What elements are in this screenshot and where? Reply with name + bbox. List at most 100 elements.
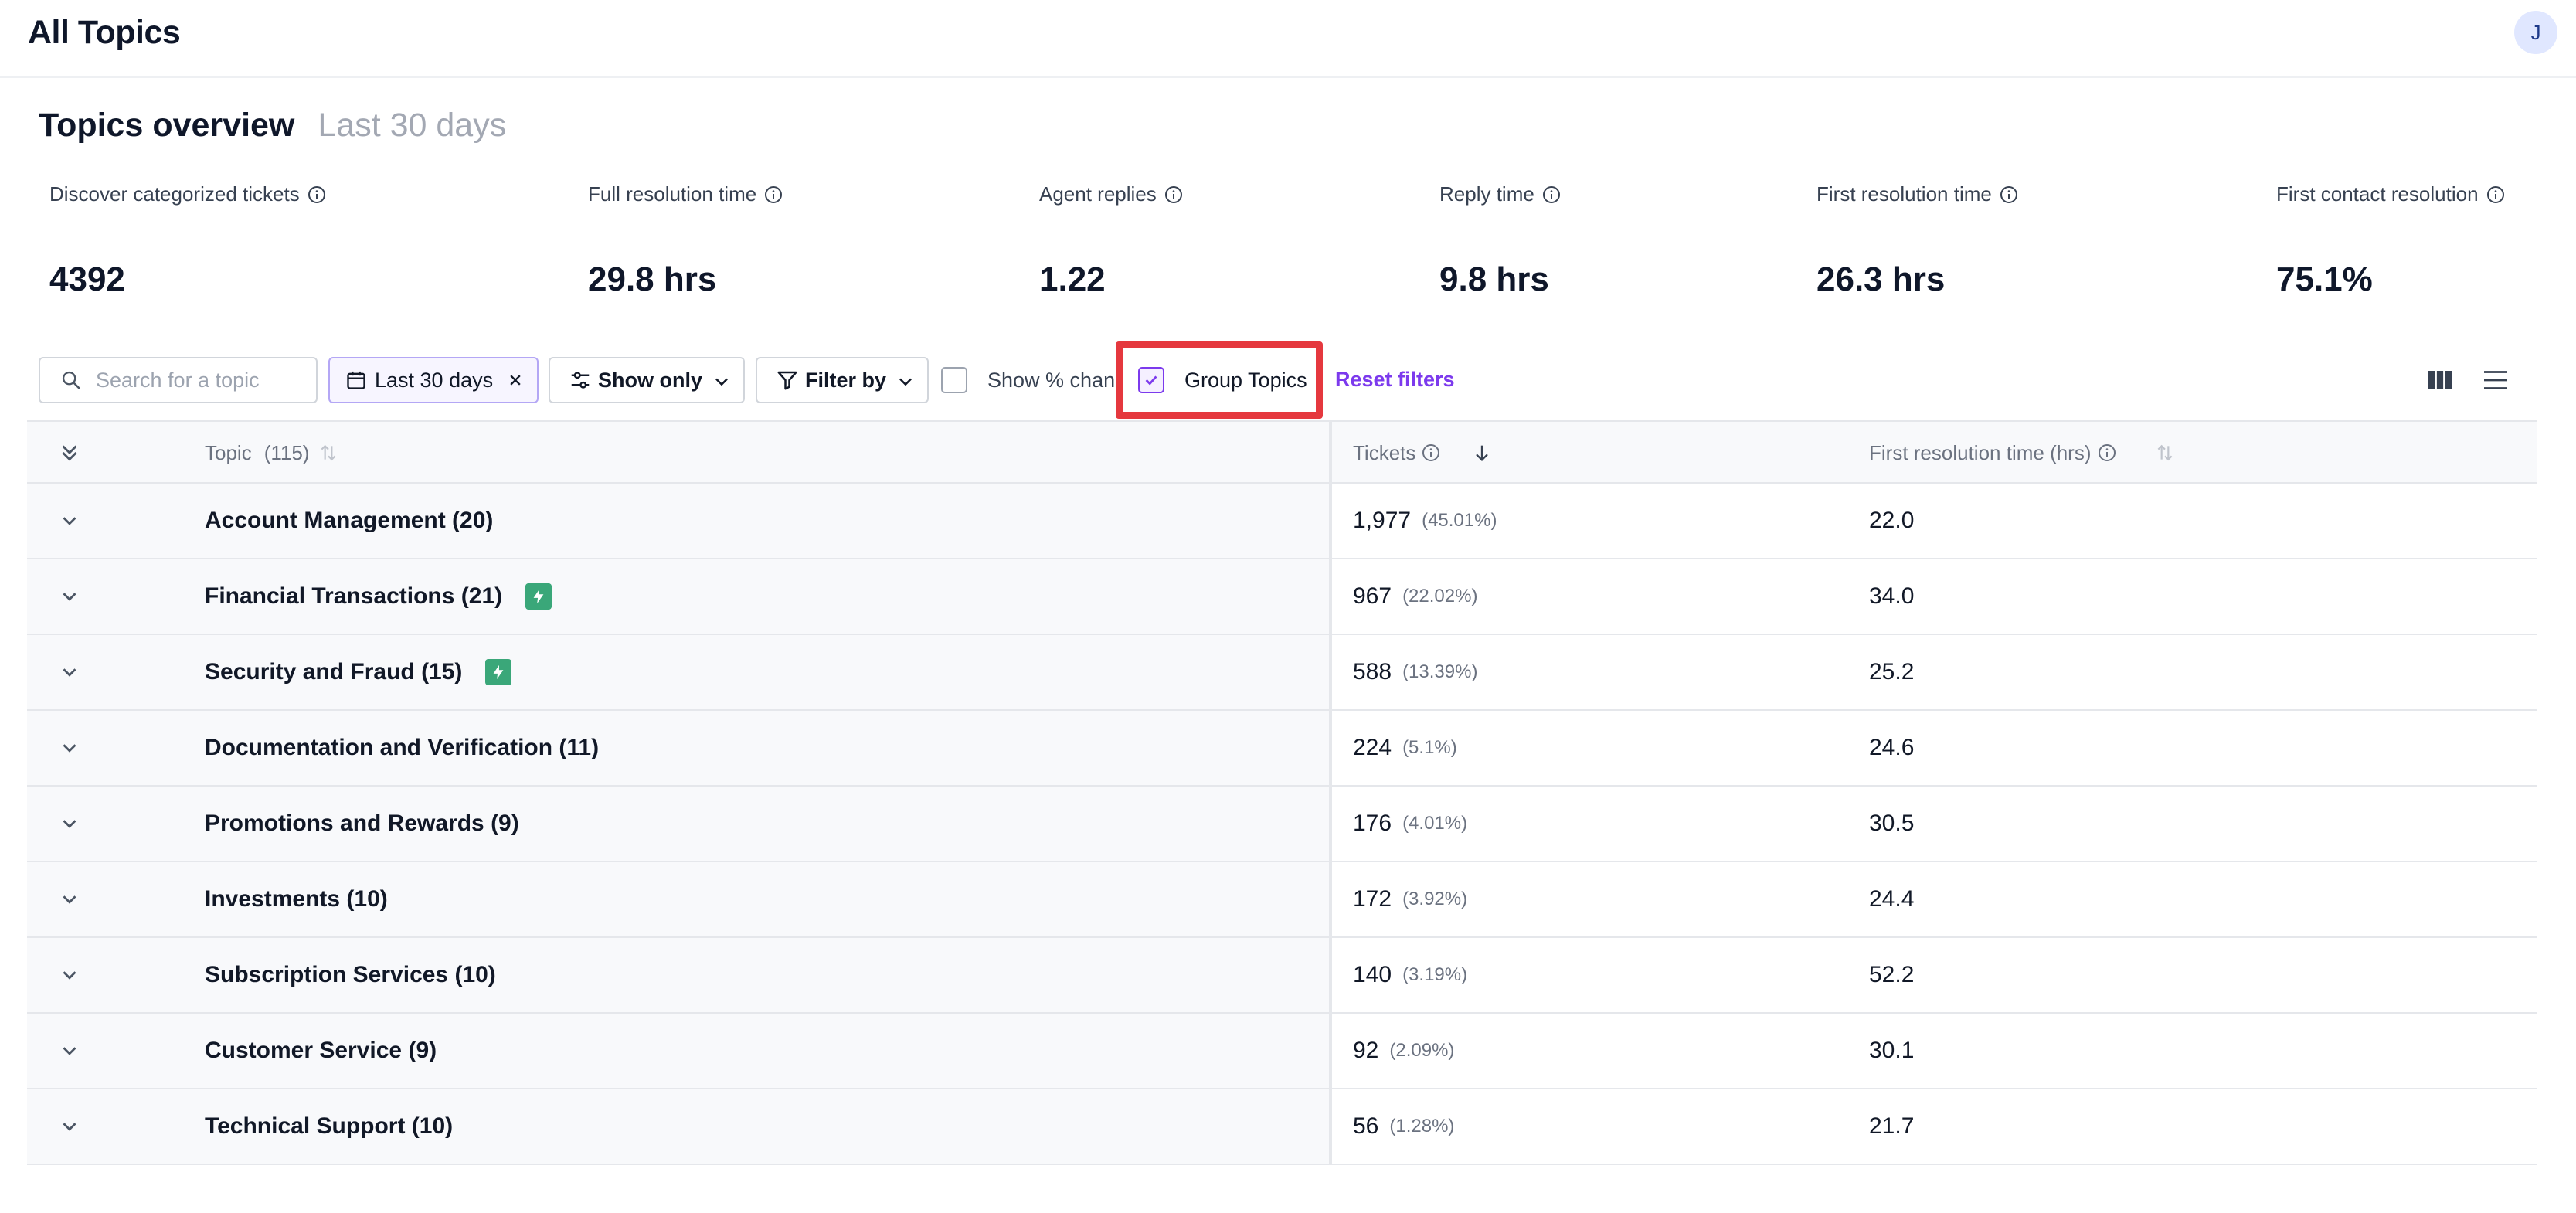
first-resolution-cell: 24.4 bbox=[1869, 862, 1914, 936]
topic-name-cell[interactable]: Security and Fraud (15) bbox=[205, 635, 512, 709]
chevron-down-icon bbox=[711, 371, 732, 392]
table-row[interactable]: Security and Fraud (15) 588 (13.39%) 25.… bbox=[27, 635, 2537, 711]
table-row[interactable]: Investments (10) 172 (3.92%) 24.4 bbox=[27, 862, 2537, 938]
metric-agent-replies: Agent replies 1.22 bbox=[1039, 182, 1183, 299]
metric-value: 1.22 bbox=[1039, 260, 1106, 298]
expand-row-chevron-icon[interactable] bbox=[56, 787, 83, 861]
tickets-percent: (5.1%) bbox=[1402, 737, 1457, 758]
show-pct-change-checkbox[interactable] bbox=[941, 367, 967, 393]
topic-name-cell[interactable]: Financial Transactions (21) bbox=[205, 559, 552, 634]
column-divider bbox=[1329, 862, 1332, 936]
list-view-icon[interactable] bbox=[2482, 366, 2510, 394]
table-row[interactable]: Account Management (20) 1,977 (45.01%) 2… bbox=[27, 484, 2537, 559]
table-row[interactable]: Promotions and Rewards (9) 176 (4.01%) 3… bbox=[27, 787, 2537, 862]
expand-row-chevron-icon[interactable] bbox=[56, 635, 83, 709]
tickets-percent: (45.01%) bbox=[1422, 510, 1497, 531]
sort-icon[interactable] bbox=[2155, 443, 2175, 463]
sort-desc-icon[interactable] bbox=[1471, 442, 1493, 464]
metric-label: First resolution time bbox=[1816, 182, 1992, 206]
metric-full-resolution-time: Full resolution time 29.8 hrs bbox=[588, 182, 783, 299]
close-icon[interactable] bbox=[505, 369, 526, 391]
metric-label: Reply time bbox=[1439, 182, 1534, 206]
date-filter-label: Last 30 days bbox=[375, 368, 494, 392]
group-topics-checkbox[interactable] bbox=[1138, 367, 1164, 393]
expand-row-chevron-icon[interactable] bbox=[56, 1014, 83, 1088]
topic-name-cell[interactable]: Technical Support (10) bbox=[205, 1089, 453, 1164]
table-row[interactable]: Technical Support (10) 56 (1.28%) 21.7 bbox=[27, 1089, 2537, 1165]
topic-name-cell[interactable]: Investments (10) bbox=[205, 862, 388, 936]
topic-name-cell[interactable]: Promotions and Rewards (9) bbox=[205, 787, 519, 861]
metric-reply-time: Reply time 9.8 hrs bbox=[1439, 182, 1561, 299]
first-resolution-cell: 30.1 bbox=[1869, 1014, 1914, 1088]
info-icon[interactable] bbox=[2486, 185, 2505, 204]
info-icon[interactable] bbox=[2098, 443, 2116, 462]
topic-name: Financial Transactions (21) bbox=[205, 583, 503, 609]
column-divider bbox=[1329, 787, 1332, 861]
metric-value: 29.8 hrs bbox=[588, 260, 717, 298]
expand-row-chevron-icon[interactable] bbox=[56, 862, 83, 936]
tickets-count: 967 bbox=[1353, 583, 1392, 609]
expand-row-chevron-icon[interactable] bbox=[56, 484, 83, 558]
table-row[interactable]: Documentation and Verification (11) 224 … bbox=[27, 711, 2537, 787]
avatar[interactable]: J bbox=[2514, 11, 2557, 54]
collapse-all-icon[interactable] bbox=[56, 422, 83, 484]
date-filter-chip[interactable]: Last 30 days bbox=[328, 357, 539, 403]
tickets-count: 224 bbox=[1353, 735, 1392, 760]
topic-column-header[interactable]: Topic (115) bbox=[205, 422, 338, 484]
table-row[interactable]: Financial Transactions (21) 967 (22.02%)… bbox=[27, 559, 2537, 635]
show-only-dropdown[interactable]: Show only bbox=[549, 357, 745, 403]
first-resolution-column-header[interactable]: First resolution time (hrs) bbox=[1869, 422, 2175, 484]
topics-table: Topic (115) Tickets First resolution tim… bbox=[27, 420, 2537, 1165]
metric-categorized-tickets: Discover categorized tickets 4392 bbox=[49, 182, 326, 299]
search-placeholder: Search for a topic bbox=[96, 368, 260, 392]
tickets-count: 140 bbox=[1353, 962, 1392, 987]
reset-filters-link[interactable]: Reset filters bbox=[1335, 368, 1455, 392]
group-topics-toggle[interactable]: Group Topics bbox=[1116, 341, 1323, 419]
topic-header-label: Topic bbox=[205, 440, 252, 464]
info-icon[interactable] bbox=[1164, 185, 1183, 204]
metric-first-contact-resolution: First contact resolution 75.1% bbox=[2276, 182, 2505, 299]
info-icon[interactable] bbox=[2000, 185, 2018, 204]
first-resolution-value: 30.1 bbox=[1869, 1038, 1915, 1063]
topic-name-cell[interactable]: Account Management (20) bbox=[205, 484, 493, 558]
info-icon[interactable] bbox=[1542, 185, 1561, 204]
tickets-percent: (22.02%) bbox=[1402, 586, 1478, 606]
first-resolution-value: 24.6 bbox=[1869, 735, 1915, 760]
expand-row-chevron-icon[interactable] bbox=[56, 559, 83, 634]
table-row[interactable]: Customer Service (9) 92 (2.09%) 30.1 bbox=[27, 1014, 2537, 1089]
column-divider bbox=[1329, 1089, 1332, 1164]
expand-row-chevron-icon[interactable] bbox=[56, 1089, 83, 1164]
expand-row-chevron-icon[interactable] bbox=[56, 938, 83, 1012]
first-resolution-value: 24.4 bbox=[1869, 886, 1915, 912]
first-resolution-value: 52.2 bbox=[1869, 962, 1915, 987]
tickets-column-header[interactable]: Tickets bbox=[1353, 422, 1493, 484]
column-divider bbox=[1329, 938, 1332, 1012]
column-divider bbox=[1329, 484, 1332, 558]
topic-name-cell[interactable]: Subscription Services (10) bbox=[205, 938, 496, 1012]
search-input[interactable]: Search for a topic bbox=[39, 357, 318, 403]
sort-icon[interactable] bbox=[318, 443, 338, 463]
expand-row-chevron-icon[interactable] bbox=[56, 711, 83, 785]
info-icon[interactable] bbox=[308, 185, 326, 204]
tickets-count: 588 bbox=[1353, 659, 1392, 685]
info-icon[interactable] bbox=[1422, 443, 1440, 462]
info-icon[interactable] bbox=[764, 185, 783, 204]
topic-name-cell[interactable]: Customer Service (9) bbox=[205, 1014, 437, 1088]
top-bar: All Topics J bbox=[0, 0, 2576, 78]
tickets-percent: (1.28%) bbox=[1389, 1116, 1455, 1137]
topic-name-cell[interactable]: Documentation and Verification (11) bbox=[205, 711, 599, 785]
first-resolution-cell: 34.0 bbox=[1869, 559, 1914, 634]
filter-by-dropdown[interactable]: Filter by bbox=[756, 357, 929, 403]
metric-label: Agent replies bbox=[1039, 182, 1157, 206]
topic-name: Subscription Services (10) bbox=[205, 962, 496, 987]
overview-range: Last 30 days bbox=[318, 107, 507, 144]
first-resolution-value: 25.2 bbox=[1869, 659, 1915, 685]
show-pct-change-toggle[interactable]: Show % chang bbox=[941, 357, 1145, 403]
first-resolution-value: 21.7 bbox=[1869, 1113, 1915, 1139]
page-title: All Topics bbox=[28, 14, 181, 51]
tickets-count: 176 bbox=[1353, 810, 1392, 836]
table-row[interactable]: Subscription Services (10) 140 (3.19%) 5… bbox=[27, 938, 2537, 1014]
show-only-label: Show only bbox=[598, 368, 702, 392]
first-resolution-value: 30.5 bbox=[1869, 810, 1915, 836]
columns-view-icon[interactable] bbox=[2426, 366, 2454, 394]
